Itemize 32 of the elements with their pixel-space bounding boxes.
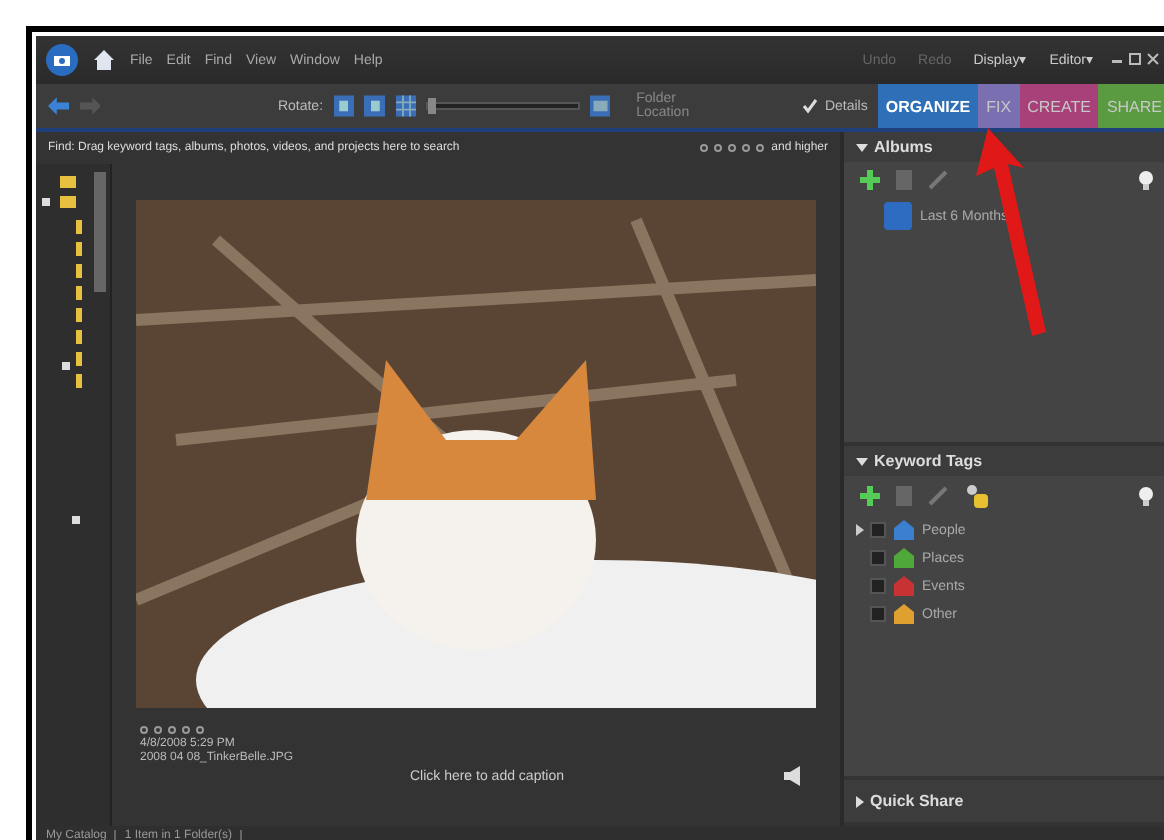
lightbulb-icon[interactable] <box>1138 486 1154 506</box>
tag-checkbox[interactable] <box>870 578 886 594</box>
tag-checkbox[interactable] <box>870 606 886 622</box>
back-arrow-icon[interactable] <box>48 96 70 116</box>
tag-import-icon[interactable] <box>964 484 988 508</box>
albums-header[interactable]: Albums <box>874 138 933 156</box>
camera-logo-icon[interactable] <box>46 44 78 76</box>
tag-checkbox[interactable] <box>870 550 886 566</box>
collapse-triangle-icon[interactable] <box>856 457 868 465</box>
lightbulb-icon[interactable] <box>1138 170 1154 190</box>
grid-view-icon[interactable] <box>395 94 417 118</box>
expand-triangle-icon[interactable] <box>856 524 864 536</box>
plus-icon[interactable] <box>860 486 880 506</box>
rotate-right-icon[interactable] <box>364 94 386 118</box>
plus-icon[interactable] <box>860 170 880 190</box>
star-rating[interactable] <box>699 144 764 152</box>
slider-thumb[interactable] <box>428 98 437 114</box>
expand-triangle-icon[interactable] <box>856 795 864 807</box>
tag-checkbox[interactable] <box>870 522 886 538</box>
mode-tab[interactable]: ORGANIZE <box>877 84 979 128</box>
checkmark-icon <box>802 98 819 114</box>
collapse-triangle-icon[interactable] <box>856 143 868 151</box>
quick-share-header[interactable]: Quick Share <box>870 792 964 810</box>
single-photo-icon[interactable] <box>589 94 611 118</box>
scrollbar[interactable] <box>94 172 106 292</box>
speaker-icon[interactable] <box>784 766 800 786</box>
rotate-left-icon[interactable] <box>333 94 355 118</box>
album-icon <box>884 202 912 230</box>
star-rating[interactable] <box>140 726 204 734</box>
mode-tab[interactable]: CREATE <box>1019 84 1099 128</box>
window-controls-icon[interactable] <box>1112 52 1160 68</box>
home-icon[interactable] <box>92 48 116 72</box>
